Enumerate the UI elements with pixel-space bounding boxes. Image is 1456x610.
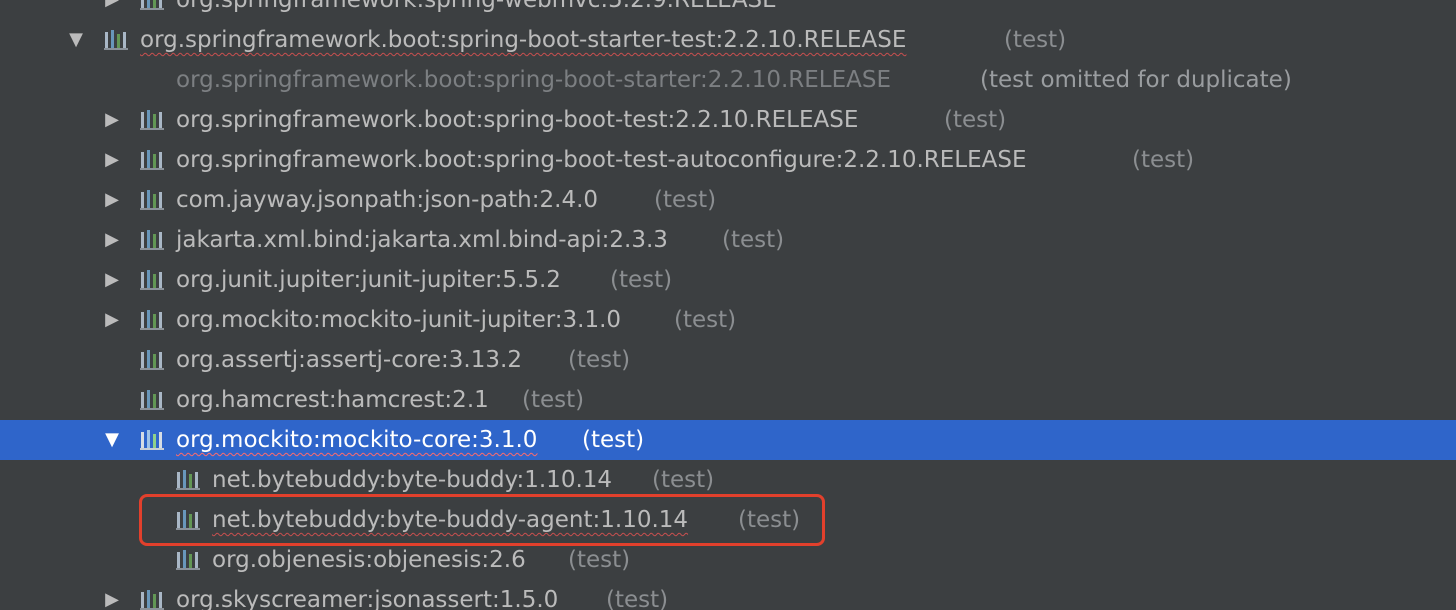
dependency-scope: (test) <box>522 387 585 413</box>
tree-row-spring-boot-test[interactable]: ▶ org.springframework.boot:spring-boot-t… <box>0 100 1456 140</box>
dependency-scope: (test) <box>652 467 715 493</box>
dependency-label: org.skyscreamer:jsonassert:1.5.0 <box>176 587 559 610</box>
tree-row-byte-buddy[interactable]: net.bytebuddy:byte-buddy:1.10.14 (test) <box>0 460 1456 500</box>
tree-row-jakarta-xml-bind[interactable]: ▶ jakarta.xml.bind:jakarta.xml.bind-api:… <box>0 220 1456 260</box>
dependency-scope: (test) <box>1004 27 1067 53</box>
dependency-label: org.hamcrest:hamcrest:2.1 <box>176 387 489 413</box>
expand-arrow-icon[interactable]: ▶ <box>100 300 124 340</box>
dependency-scope: (test) <box>610 267 673 293</box>
tree-row-jsonassert[interactable]: ▶ org.skyscreamer:jsonassert:1.5.0 (test… <box>0 580 1456 610</box>
dependency-scope: (test) <box>606 587 669 610</box>
expand-arrow-icon[interactable]: ▶ <box>100 260 124 300</box>
expand-arrow-icon[interactable]: ▶ <box>100 580 124 610</box>
dependency-scope: (test omitted for duplicate) <box>980 67 1292 93</box>
expand-arrow-icon[interactable]: ▶ <box>100 140 124 180</box>
expand-arrow-icon[interactable]: ▶ <box>100 180 124 220</box>
dependency-tree: ▶ org.springframework:spring-webmvc:5.2.… <box>0 0 1456 610</box>
tree-row-junit-jupiter[interactable]: ▶ org.junit.jupiter:junit-jupiter:5.5.2 … <box>0 260 1456 300</box>
dependency-label: org.springframework.boot:spring-boot-tes… <box>176 107 859 133</box>
dependency-label: org.objenesis:objenesis:2.6 <box>212 547 526 573</box>
dependency-label: jakarta.xml.bind:jakarta.xml.bind-api:2.… <box>176 227 668 253</box>
maven-library-icon <box>140 310 164 330</box>
dependency-scope: (test) <box>582 427 645 453</box>
tree-row-mockito-junit-jupiter[interactable]: ▶ org.mockito:mockito-junit-jupiter:3.1.… <box>0 300 1456 340</box>
collapse-arrow-icon[interactable]: ▼ <box>100 420 124 460</box>
dependency-scope: (test) <box>944 107 1007 133</box>
dependency-label: org.springframework.boot:spring-boot-sta… <box>140 27 907 53</box>
maven-library-icon <box>140 590 164 610</box>
expand-arrow-icon[interactable]: ▶ <box>100 220 124 260</box>
tree-row-assertj-core[interactable]: org.assertj:assertj-core:3.13.2 (test) <box>0 340 1456 380</box>
maven-library-icon <box>140 270 164 290</box>
maven-library-icon <box>140 190 164 210</box>
dependency-label: org.springframework:spring-webmvc:5.2.9.… <box>176 0 777 13</box>
maven-library-icon <box>140 150 164 170</box>
collapse-arrow-icon[interactable]: ▼ <box>64 20 88 60</box>
tree-row-byte-buddy-agent[interactable]: net.bytebuddy:byte-buddy-agent:1.10.14 (… <box>0 500 1456 540</box>
dependency-label: com.jayway.jsonpath:json-path:2.4.0 <box>176 187 599 213</box>
maven-library-icon <box>104 30 128 50</box>
dependency-scope: (test) <box>722 227 785 253</box>
dependency-scope: (test) <box>1132 147 1195 173</box>
maven-library-icon <box>140 110 164 130</box>
dependency-label: org.mockito:mockito-core:3.1.0 <box>176 427 538 453</box>
maven-library-icon <box>140 430 164 450</box>
expand-arrow-icon[interactable]: ▶ <box>100 100 124 140</box>
tree-row-json-path[interactable]: ▶ com.jayway.jsonpath:json-path:2.4.0 (t… <box>0 180 1456 220</box>
maven-library-icon <box>140 350 164 370</box>
dependency-label: net.bytebuddy:byte-buddy-agent:1.10.14 <box>212 507 689 533</box>
dependency-label: org.springframework.boot:spring-boot-tes… <box>176 147 1027 173</box>
maven-library-icon <box>140 390 164 410</box>
tree-row-spring-webmvc[interactable]: ▶ org.springframework:spring-webmvc:5.2.… <box>0 0 1456 20</box>
tree-row-hamcrest[interactable]: org.hamcrest:hamcrest:2.1 (test) <box>0 380 1456 420</box>
dependency-scope: (test) <box>568 547 631 573</box>
dependency-label: org.mockito:mockito-junit-jupiter:3.1.0 <box>176 307 622 333</box>
dependency-scope: (test) <box>674 307 737 333</box>
tree-row-mockito-core[interactable]: ▼ org.mockito:mockito-core:3.1.0 (test) <box>0 420 1456 460</box>
dependency-label: net.bytebuddy:byte-buddy:1.10.14 <box>212 467 613 493</box>
maven-library-icon <box>176 470 200 490</box>
dependency-label: org.springframework.boot:spring-boot-sta… <box>176 67 891 93</box>
tree-row-objenesis[interactable]: org.objenesis:objenesis:2.6 (test) <box>0 540 1456 580</box>
maven-library-icon <box>140 0 164 10</box>
maven-library-icon <box>176 550 200 570</box>
tree-row-spring-boot-starter[interactable]: org.springframework.boot:spring-boot-sta… <box>0 60 1456 100</box>
dependency-label: org.assertj:assertj-core:3.13.2 <box>176 347 522 373</box>
dependency-scope: (test) <box>738 507 801 533</box>
tree-row-spring-boot-starter-test[interactable]: ▼ org.springframework.boot:spring-boot-s… <box>0 20 1456 60</box>
dependency-scope: (test) <box>568 347 631 373</box>
dependency-label: org.junit.jupiter:junit-jupiter:5.5.2 <box>176 267 561 293</box>
maven-library-icon <box>140 230 164 250</box>
maven-library-icon <box>176 510 200 530</box>
expand-arrow-icon[interactable]: ▶ <box>100 0 124 20</box>
dependency-scope: (test) <box>654 187 717 213</box>
tree-row-spring-boot-test-autoconfigure[interactable]: ▶ org.springframework.boot:spring-boot-t… <box>0 140 1456 180</box>
